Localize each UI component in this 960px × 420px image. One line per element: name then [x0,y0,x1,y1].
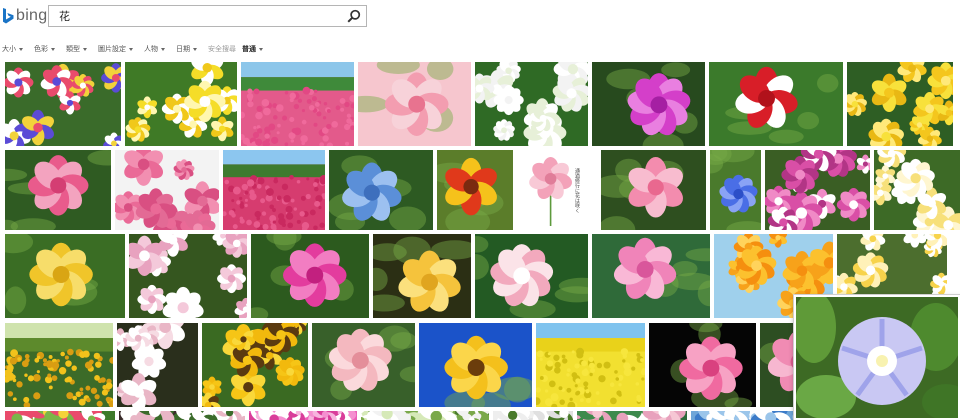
result-sunflowers[interactable] [202,323,308,407]
result-pink-gerbera[interactable] [601,150,706,230]
photo-thumbnail [475,62,588,146]
photo-thumbnail [874,150,960,230]
photo-thumbnail [592,62,705,146]
result-white-plumeria[interactable] [874,150,960,230]
photo-thumbnail [475,234,588,318]
photo-thumbnail [592,234,710,318]
result-pink-park[interactable] [223,150,325,230]
result-row5-4[interactable] [361,411,489,420]
result-sunflower-blue-sky[interactable] [419,323,532,407]
photo-thumbnail [223,150,325,230]
result-gaillardia[interactable] [437,150,513,230]
photo-thumbnail [847,62,953,146]
photo-thumbnail [202,323,308,407]
photo-thumbnail [577,411,687,420]
result-pink-rose-tree[interactable] [251,234,369,318]
result-yellow-white-flowers[interactable] [125,62,237,146]
result-row5-2[interactable] [119,411,245,420]
result-pink-camellia-black[interactable] [649,323,756,407]
photo-thumbnail [536,323,645,407]
photo-thumbnail [329,150,433,230]
result-row5-3[interactable] [249,411,357,420]
photo-thumbnail [710,150,761,230]
photo-thumbnail [241,62,354,146]
hover-preview-card[interactable] [794,295,960,420]
result-pink-roses[interactable] [115,150,219,230]
photo-thumbnail [437,150,513,230]
photo-thumbnail [125,62,237,146]
photo-thumbnail [765,150,870,230]
result-cosmos[interactable] [765,150,870,230]
photo-thumbnail [709,62,843,146]
photo-thumbnail [129,234,247,318]
photo-thumbnail [5,150,111,230]
photo-thumbnail [251,234,369,318]
result-white-blossoms[interactable] [475,62,588,146]
photo-thumbnail [419,323,532,407]
photo-thumbnail [493,411,573,420]
photo-thumbnail [5,62,121,146]
photo-thumbnail [115,150,219,230]
photo-thumbnail [5,234,125,318]
result-pink-camellia[interactable] [358,62,471,146]
result-rapeseed-field[interactable] [536,323,645,407]
photo-thumbnail [312,323,415,407]
result-purple-orchid[interactable] [592,62,705,146]
photo-thumbnail [373,234,471,318]
result-pink-waterlily[interactable] [592,234,710,318]
result-pink-peony[interactable] [5,150,111,230]
photo-thumbnail [361,411,489,420]
result-yellow-lilies-green[interactable] [5,234,125,318]
tile-caption: 通過修行に花は咲く [574,168,580,213]
photo-thumbnail [649,323,756,407]
photo-thumbnail [5,411,115,420]
result-pink-gerbera-card[interactable]: 通過修行に花は咲く [517,150,597,230]
result-pink-rose[interactable] [312,323,415,407]
result-sunflower-field[interactable] [5,323,113,407]
photo-thumbnail [601,150,706,230]
result-pink-white-blossoms[interactable] [129,234,247,318]
result-row5-5[interactable] [493,411,573,420]
photo-thumbnail [5,323,113,407]
result-yellow-flowers[interactable] [847,62,953,146]
photo-thumbnail [358,62,471,146]
result-white-pink-lotus[interactable] [475,234,588,318]
result-yellow-rose[interactable] [373,234,471,318]
photo-thumbnail [119,411,245,420]
result-mixed-flowers[interactable] [5,62,121,146]
morning-glory-photo [796,297,958,418]
result-pink-field[interactable] [241,62,354,146]
result-red-tulips[interactable] [709,62,843,146]
result-row5-1[interactable] [5,411,115,420]
result-row5-6[interactable] [577,411,687,420]
photo-thumbnail [117,323,198,407]
result-blue-flower[interactable] [710,150,761,230]
photo-thumbnail [517,150,597,230]
result-blue-hydrangea[interactable] [329,150,433,230]
result-white-azalea[interactable] [117,323,198,407]
photo-thumbnail [249,411,357,420]
